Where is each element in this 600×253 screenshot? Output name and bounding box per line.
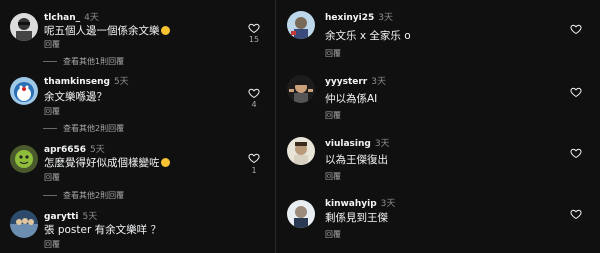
comment-item: apr6656 5天 怎麼覺得好似成個樣變咗 回覆 1 查看其他2則回覆	[0, 132, 275, 200]
reply-button[interactable]: 回覆	[325, 110, 341, 121]
comment-item: garytti 5天 張 poster 有余文樂咩 ？ 回覆	[0, 200, 275, 253]
thinking-face-icon	[160, 158, 170, 167]
comment-username[interactable]: tlchan_ 4天	[44, 10, 99, 23]
heart-icon[interactable]	[248, 152, 260, 164]
avatar[interactable]	[287, 200, 315, 228]
reply-button[interactable]: 回覆	[44, 172, 60, 183]
comment-text: 余文樂喺邊？	[44, 91, 107, 103]
username-text[interactable]: kinwahyip	[325, 199, 377, 209]
comment-time: 4天	[84, 13, 99, 23]
comment-username[interactable]: garytti 5天	[44, 209, 97, 222]
like-count: 4	[251, 100, 257, 109]
thinking-face-icon	[160, 26, 170, 35]
username-text[interactable]: hexinyi25	[325, 13, 374, 23]
comment-time: 5天	[90, 145, 105, 155]
comment-text-content: 呢五個人邊一個係余文樂	[44, 25, 160, 37]
comments-column-right: hexinyi25 3天 余文乐 x 全家乐 o 回覆 yyysterr 3天 仲以…	[276, 0, 600, 253]
heart-icon[interactable]	[570, 23, 582, 35]
username-text[interactable]: thamkinseng	[44, 77, 110, 87]
comment-text: 怎麼覺得好似成個樣變咗	[44, 155, 170, 170]
heart-icon[interactable]	[570, 86, 582, 98]
comment-text: 以為王傑復出	[325, 154, 388, 166]
avatar[interactable]	[10, 13, 38, 41]
comment-text-content: 怎麼覺得好似成個樣變咗	[44, 157, 160, 169]
more-replies-line	[43, 128, 57, 129]
comment-time: 5天	[113, 77, 129, 87]
comment-username[interactable]: kinwahyip 3天	[325, 196, 395, 209]
comment-item: yyysterr 3天 仲以為係AI 回覆	[276, 64, 600, 126]
reply-button[interactable]: 回覆	[325, 171, 341, 182]
comment-username[interactable]: yyysterr 3天	[325, 74, 386, 87]
comment-text: 仲以為係AI	[325, 93, 378, 105]
avatar[interactable]	[10, 145, 38, 173]
reply-button[interactable]: 回覆	[325, 48, 341, 59]
comment-item: hexinyi25 3天 余文乐 x 全家乐 o 回覆	[276, 0, 600, 62]
heart-icon[interactable]	[248, 22, 260, 34]
comment-item: tlchan_ 4天 呢五個人邊一個係余文樂 回覆 15 查看其他1則回覆	[0, 0, 275, 66]
username-text[interactable]: viulasing	[325, 139, 371, 149]
username-text[interactable]: tlchan_	[44, 13, 80, 23]
avatar[interactable]	[287, 75, 315, 103]
reply-button[interactable]: 回覆	[325, 229, 341, 240]
comment-item: thamkinseng 5天 余文樂喺邊？ 回覆 4 查看其他2則回覆	[0, 64, 275, 133]
comment-username[interactable]: viulasing 3天	[325, 136, 390, 149]
comments-column-left: tlchan_ 4天 呢五個人邊一個係余文樂 回覆 15 查看其他1則回覆 tha…	[0, 0, 275, 253]
reply-button[interactable]: 回覆	[44, 39, 60, 50]
comment-text: 余文乐 x 全家乐 o	[325, 30, 411, 42]
comment-text: 呢五個人邊一個係余文樂	[44, 23, 170, 38]
comment-text: 張 poster 有余文樂咩 ？	[44, 224, 161, 236]
like-count: 1	[251, 166, 257, 175]
like-count: 15	[248, 35, 260, 44]
heart-icon[interactable]	[248, 87, 260, 99]
comment-time: 3天	[371, 77, 386, 87]
more-replies-line	[43, 61, 57, 62]
reply-button[interactable]: 回覆	[44, 106, 60, 117]
avatar[interactable]	[10, 210, 38, 238]
more-replies-line	[43, 195, 57, 196]
comment-text: 剩係見到王傑	[325, 212, 388, 224]
reply-button[interactable]: 回覆	[44, 239, 60, 250]
comment-item: viulasing 3天 以為王傑復出 回覆	[276, 128, 600, 190]
view-more-replies-label[interactable]: 查看其他2則回覆	[63, 191, 124, 200]
comment-time: 3天	[378, 13, 394, 23]
comment-username[interactable]: thamkinseng 5天	[44, 74, 129, 87]
username-text[interactable]: apr6656	[44, 145, 86, 155]
username-text[interactable]: yyysterr	[325, 77, 367, 87]
heart-icon[interactable]	[570, 147, 582, 159]
comment-item: kinwahyip 3天 剩係見到王傑 回覆	[276, 190, 600, 253]
username-text[interactable]: garytti	[44, 212, 79, 222]
avatar[interactable]	[287, 11, 315, 39]
heart-icon[interactable]	[570, 208, 582, 220]
comment-time: 3天	[380, 199, 396, 209]
avatar[interactable]	[10, 77, 38, 105]
comment-username[interactable]: apr6656 5天	[44, 142, 105, 155]
avatar[interactable]	[287, 137, 315, 165]
comment-time: 5天	[82, 212, 98, 222]
comment-username[interactable]: hexinyi25 3天	[325, 10, 393, 23]
comment-time: 3天	[374, 139, 390, 149]
